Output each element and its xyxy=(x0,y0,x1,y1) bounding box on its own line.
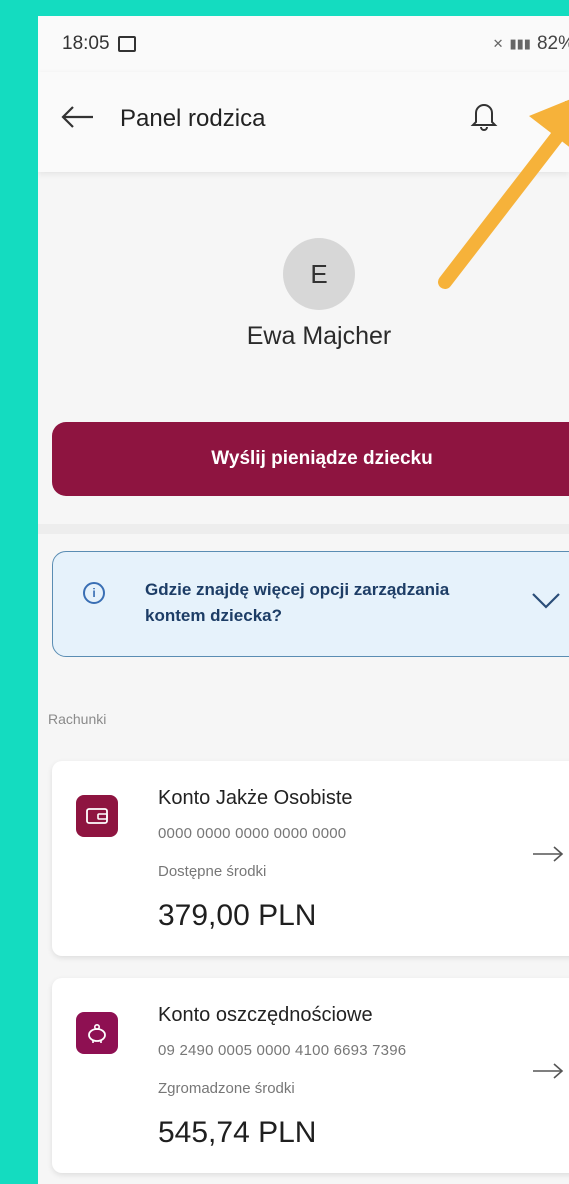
chevron-down-icon[interactable] xyxy=(531,592,561,610)
gallery-notification-icon xyxy=(117,36,136,52)
arrow-left-icon xyxy=(61,106,93,128)
arrow-right-icon[interactable] xyxy=(532,1063,564,1079)
account-icon-badge xyxy=(76,795,118,837)
back-button[interactable] xyxy=(60,102,96,132)
account-number: 0000 0000 0000 0000 0000 xyxy=(158,825,347,842)
account-card[interactable]: Konto Jakże Osobiste 0000 0000 0000 0000… xyxy=(52,761,569,956)
mute-icon: ✕ xyxy=(492,36,504,51)
annotation-arrow-icon xyxy=(438,99,569,289)
status-bar: 18:05 ✕ ▮▮▮ 82% xyxy=(38,16,569,72)
piggy-bank-icon xyxy=(88,1023,106,1043)
status-indicators: ✕ ▮▮▮ 82% xyxy=(493,33,569,55)
section-divider xyxy=(38,524,569,534)
account-balance: 379,00 PLN xyxy=(158,899,317,932)
account-number: 09 2490 0005 0000 4100 6693 7396 xyxy=(158,1042,407,1059)
child-name: Ewa Majcher xyxy=(246,322,392,350)
signal-icon: ▮▮▮ xyxy=(509,36,531,51)
account-balance: 545,74 PLN xyxy=(158,1116,317,1149)
wallet-icon xyxy=(86,808,108,824)
avatar: E xyxy=(283,238,355,310)
account-name: Konto Jakże Osobiste xyxy=(158,787,353,809)
account-card[interactable]: Konto oszczędnościowe 09 2490 0005 0000 … xyxy=(52,978,569,1173)
arrow-right-icon[interactable] xyxy=(532,846,564,862)
page-title: Panel rodzica xyxy=(120,105,266,132)
section-label-accounts: Rachunki xyxy=(48,711,107,727)
account-icon-badge xyxy=(76,1012,118,1054)
info-expandable[interactable]: i Gdzie znajdę więcej opcji zarządzania … xyxy=(52,551,569,657)
send-money-button[interactable]: Wyślij pieniądze dziecku xyxy=(52,422,569,496)
balance-label: Zgromadzone środki xyxy=(158,1080,295,1097)
info-text: Gdzie znajdę więcej opcji zarządzania ko… xyxy=(145,580,450,625)
info-icon: i xyxy=(83,582,105,604)
balance-label: Dostępne środki xyxy=(158,863,267,880)
battery-level: 82% xyxy=(536,33,569,54)
status-time: 18:05 xyxy=(62,33,110,54)
phone-screen: 18:05 ✕ ▮▮▮ 82% Panel rodzica xyxy=(38,16,569,1184)
account-name: Konto oszczędnościowe xyxy=(158,1004,373,1026)
